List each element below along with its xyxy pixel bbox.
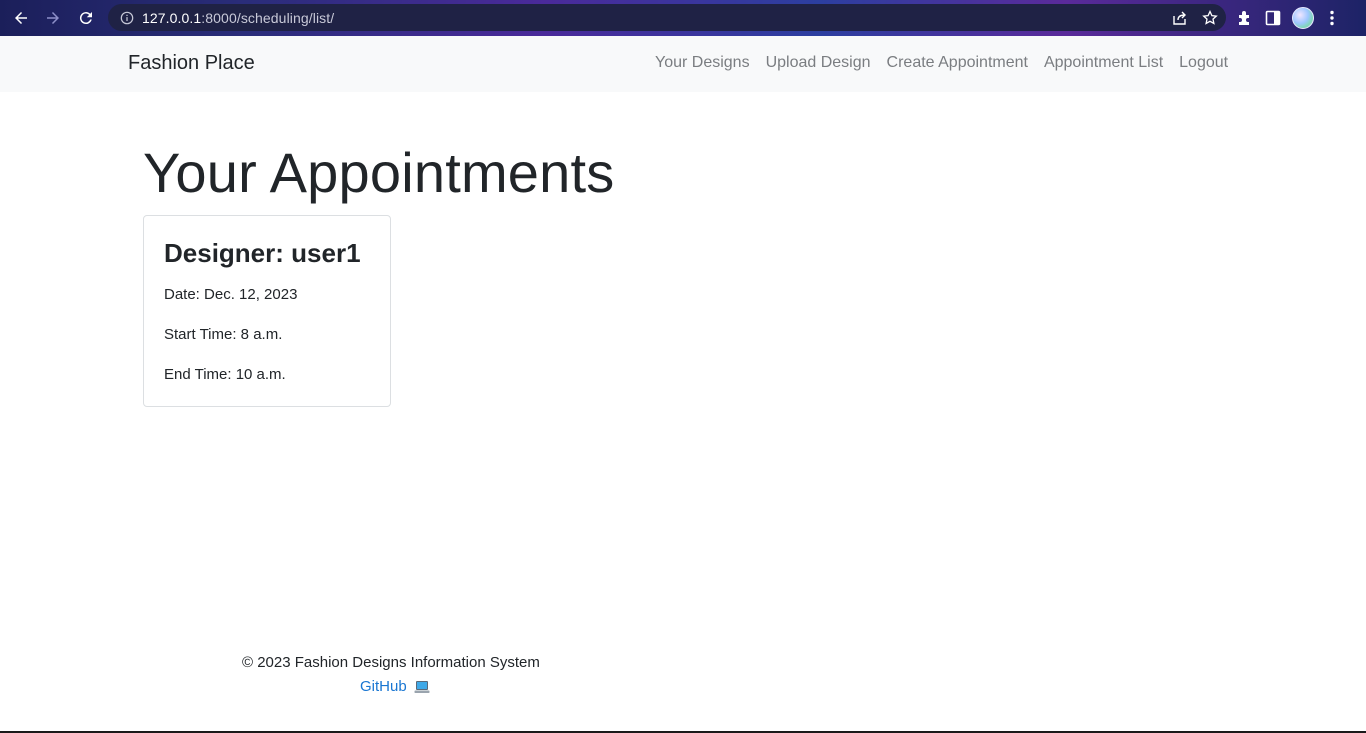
menu-dots-icon[interactable] bbox=[1324, 9, 1340, 27]
info-icon[interactable] bbox=[120, 11, 134, 25]
address-bar[interactable]: 127.0.0.1:8000/scheduling/list/ bbox=[108, 4, 1226, 31]
profile-avatar[interactable] bbox=[1292, 7, 1314, 29]
url-path: :8000/scheduling/list/ bbox=[201, 9, 335, 26]
github-link[interactable]: GitHub bbox=[360, 678, 407, 695]
nav-create-appointment[interactable]: Create Appointment bbox=[879, 54, 1036, 72]
site-navbar: Fashion Place Your Designs Upload Design… bbox=[0, 36, 1366, 92]
url-host: 127.0.0.1 bbox=[142, 9, 202, 26]
footer-github: GitHub bbox=[360, 678, 430, 695]
browser-toolbar: 127.0.0.1:8000/scheduling/list/ bbox=[0, 0, 1366, 36]
forward-arrow-icon[interactable] bbox=[40, 5, 66, 31]
extensions-icon[interactable] bbox=[1236, 9, 1254, 27]
reload-icon[interactable] bbox=[73, 5, 99, 31]
appointment-start-time: Start Time: 8 a.m. bbox=[164, 326, 283, 343]
back-arrow-icon[interactable] bbox=[8, 5, 34, 31]
footer-copyright: © 2023 Fashion Designs Information Syste… bbox=[242, 654, 540, 671]
page-title: Your Appointments bbox=[143, 141, 615, 204]
nav-logout[interactable]: Logout bbox=[1171, 54, 1236, 72]
nav-appointment-list[interactable]: Appointment List bbox=[1036, 54, 1171, 72]
url-text: 127.0.0.1:8000/scheduling/list/ bbox=[142, 10, 334, 26]
appointment-designer: Designer: user1 bbox=[164, 238, 361, 268]
sidepanel-icon[interactable] bbox=[1264, 9, 1282, 27]
appointment-end-time: End Time: 10 a.m. bbox=[164, 366, 286, 383]
brand-link[interactable]: Fashion Place bbox=[128, 52, 255, 75]
nav-upload-design[interactable]: Upload Design bbox=[758, 54, 879, 72]
nav-links: Your Designs Upload Design Create Appoin… bbox=[647, 54, 1236, 72]
laptop-icon bbox=[414, 680, 430, 693]
share-icon[interactable] bbox=[1172, 10, 1188, 26]
appointment-date: Date: Dec. 12, 2023 bbox=[164, 286, 298, 303]
nav-your-designs[interactable]: Your Designs bbox=[647, 54, 758, 72]
appointment-card: Designer: user1 Date: Dec. 12, 2023 Star… bbox=[143, 215, 391, 407]
star-icon[interactable] bbox=[1202, 9, 1218, 26]
